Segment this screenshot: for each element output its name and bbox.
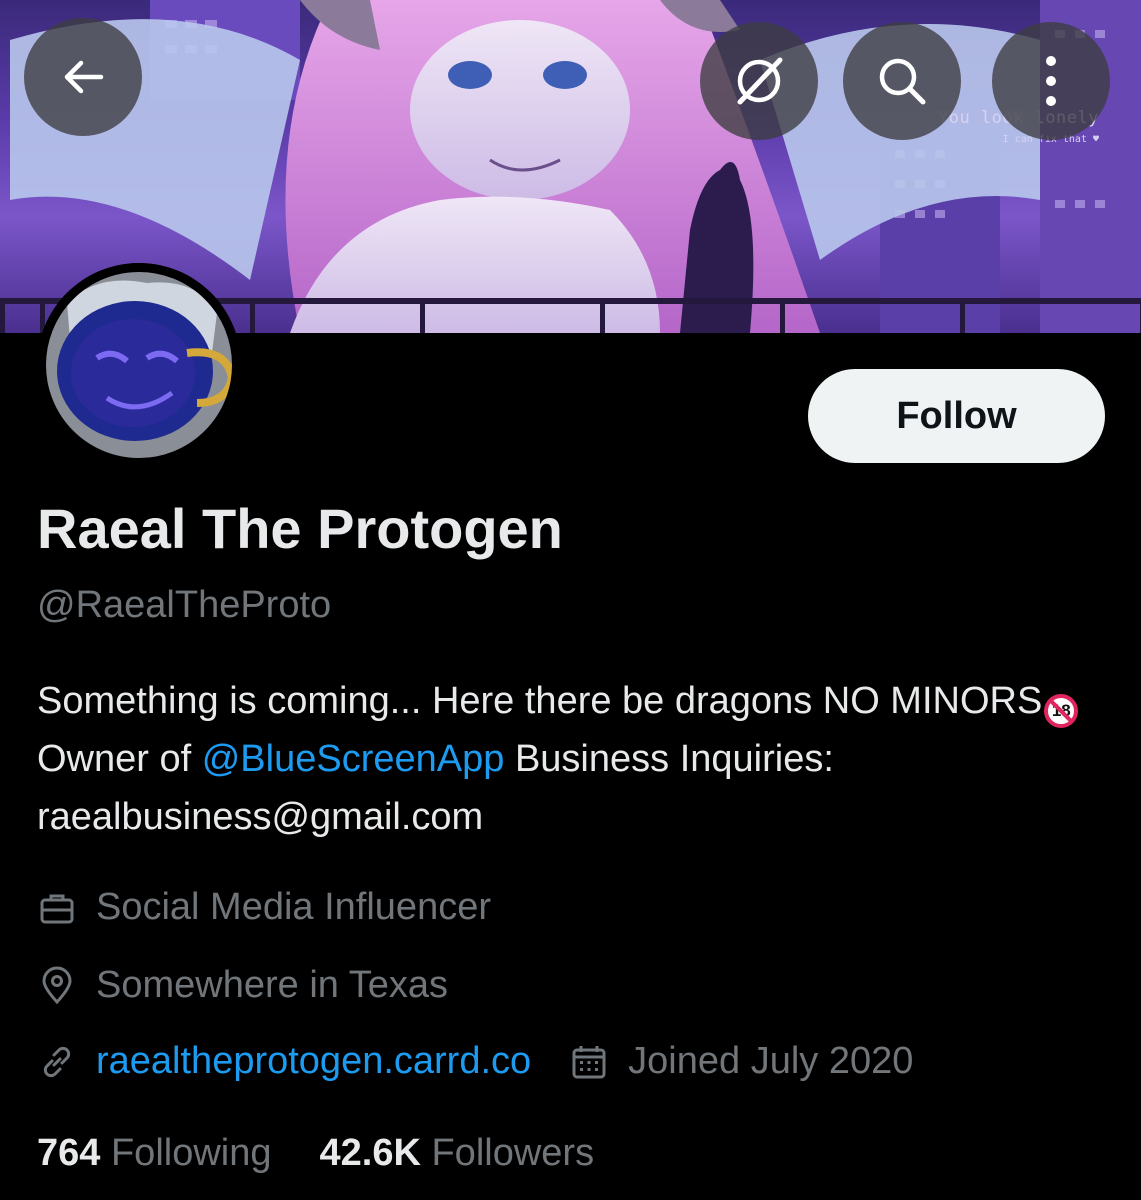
bio-text-1: Something is coming... Here there be dra…	[37, 680, 1043, 722]
followers-count: 42.6K	[319, 1132, 421, 1174]
location-pin-icon	[37, 966, 77, 1006]
location-label: Somewhere in Texas	[96, 964, 449, 1006]
display-name: Raeal The Protogen	[37, 497, 563, 560]
grok-icon	[737, 57, 783, 105]
more-vertical-icon	[1046, 56, 1056, 106]
join-date-label: Joined July 2020	[628, 1040, 914, 1082]
search-icon	[879, 58, 926, 105]
avatar-image	[37, 263, 241, 467]
following-label: Following	[110, 1132, 272, 1174]
profile-links-row: raealtheprotogen.carrd.co Joined July 20…	[37, 1040, 913, 1083]
more-options-button[interactable]	[992, 22, 1110, 140]
following-count: 764	[37, 1132, 101, 1174]
bio-mention-link[interactable]: @BlueScreenApp	[202, 738, 505, 780]
profile-category: Social Media Influencer	[37, 886, 491, 929]
username-handle: @RaealTheProto	[37, 584, 332, 626]
following-link[interactable]: 764 Following	[37, 1132, 272, 1175]
back-button[interactable]	[24, 18, 142, 136]
no-under-18-emoji: 18	[1044, 694, 1079, 728]
followers-label: Followers	[431, 1132, 595, 1174]
grok-button[interactable]	[700, 22, 818, 140]
banner-caption-sub: I can fix that ♥	[938, 134, 1099, 145]
briefcase-icon	[37, 888, 77, 928]
profile-website-link[interactable]: raealtheprotogen.carrd.co	[96, 1040, 531, 1083]
join-date: Joined July 2020	[569, 1040, 913, 1083]
followers-link[interactable]: 42.6K Followers	[320, 1132, 595, 1175]
bio-text-2: Owner of	[37, 738, 202, 780]
link-icon	[37, 1042, 77, 1082]
arrow-left-icon	[64, 60, 104, 94]
profile-location: Somewhere in Texas	[37, 964, 448, 1007]
profile-avatar[interactable]	[37, 263, 241, 467]
profile-bio: Something is coming... Here there be dra…	[37, 672, 1107, 846]
follow-button[interactable]: Follow	[808, 369, 1105, 463]
follow-stats: 764 Following 42.6K Followers	[37, 1132, 642, 1175]
calendar-icon	[569, 1042, 609, 1082]
category-label: Social Media Influencer	[96, 886, 491, 928]
search-button[interactable]	[843, 22, 961, 140]
